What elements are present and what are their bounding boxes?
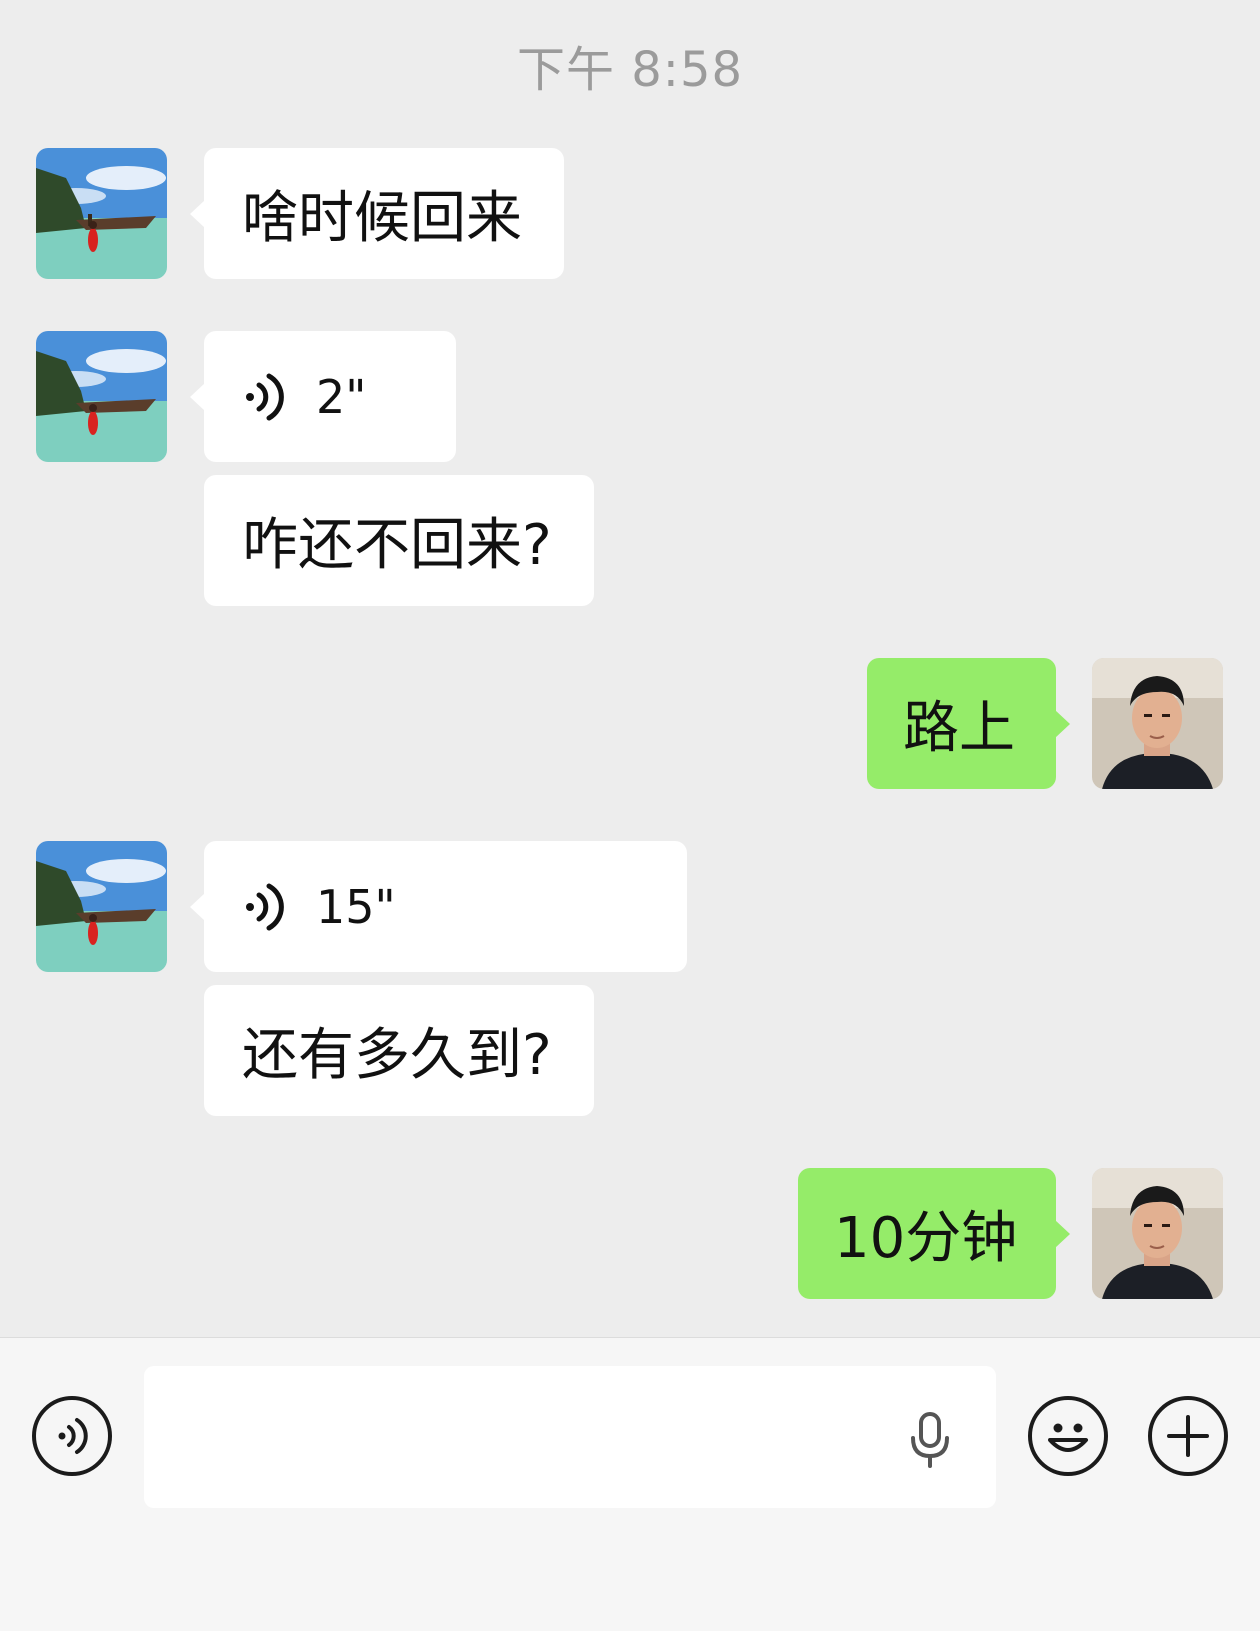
contact-avatar[interactable] xyxy=(36,331,167,462)
my-avatar[interactable] xyxy=(1092,1168,1223,1299)
message-text: 路上 xyxy=(903,696,1015,761)
voice-mode-icon xyxy=(58,1418,88,1454)
message-timestamp: 下午 8:58 xyxy=(516,42,744,98)
voice-mode-button[interactable] xyxy=(32,1396,112,1476)
contact-avatar[interactable] xyxy=(36,148,167,279)
microphone-icon[interactable] xyxy=(906,1410,954,1470)
contact-avatar[interactable] xyxy=(36,841,167,972)
voice-wave-icon xyxy=(246,373,284,420)
more-button[interactable] xyxy=(1148,1396,1228,1476)
message-bubble-incoming[interactable]: 咋还不回来? xyxy=(204,475,594,606)
voice-wave-icon xyxy=(246,883,284,930)
message-text: 还有多久到? xyxy=(242,1023,552,1088)
message-bubble-outgoing[interactable]: 10分钟 xyxy=(798,1168,1070,1299)
message-bubble-incoming[interactable]: 啥时候回来 xyxy=(190,148,564,279)
message-input[interactable] xyxy=(144,1366,996,1508)
voice-duration: 2" xyxy=(316,369,367,424)
emoji-icon xyxy=(1048,1423,1088,1452)
emoji-button[interactable] xyxy=(1028,1396,1108,1476)
voice-duration: 15" xyxy=(316,879,396,934)
plus-icon xyxy=(1167,1415,1209,1457)
message-bubble-outgoing[interactable]: 路上 xyxy=(867,658,1070,789)
voice-message-bubble[interactable]: 15" xyxy=(190,841,687,972)
voice-message-bubble[interactable]: 2" xyxy=(190,331,456,462)
message-text: 啥时候回来 xyxy=(242,186,522,251)
chat-area: 下午 8:58 啥时候回来 2" 咋还不回来? 路上 15" 还有多久到? 10… xyxy=(0,0,1260,1337)
input-bar xyxy=(0,1337,1260,1631)
my-avatar[interactable] xyxy=(1092,658,1223,789)
message-text: 咋还不回来? xyxy=(242,513,552,578)
message-bubble-incoming[interactable]: 还有多久到? xyxy=(204,985,594,1116)
message-text: 10分钟 xyxy=(834,1206,1018,1271)
